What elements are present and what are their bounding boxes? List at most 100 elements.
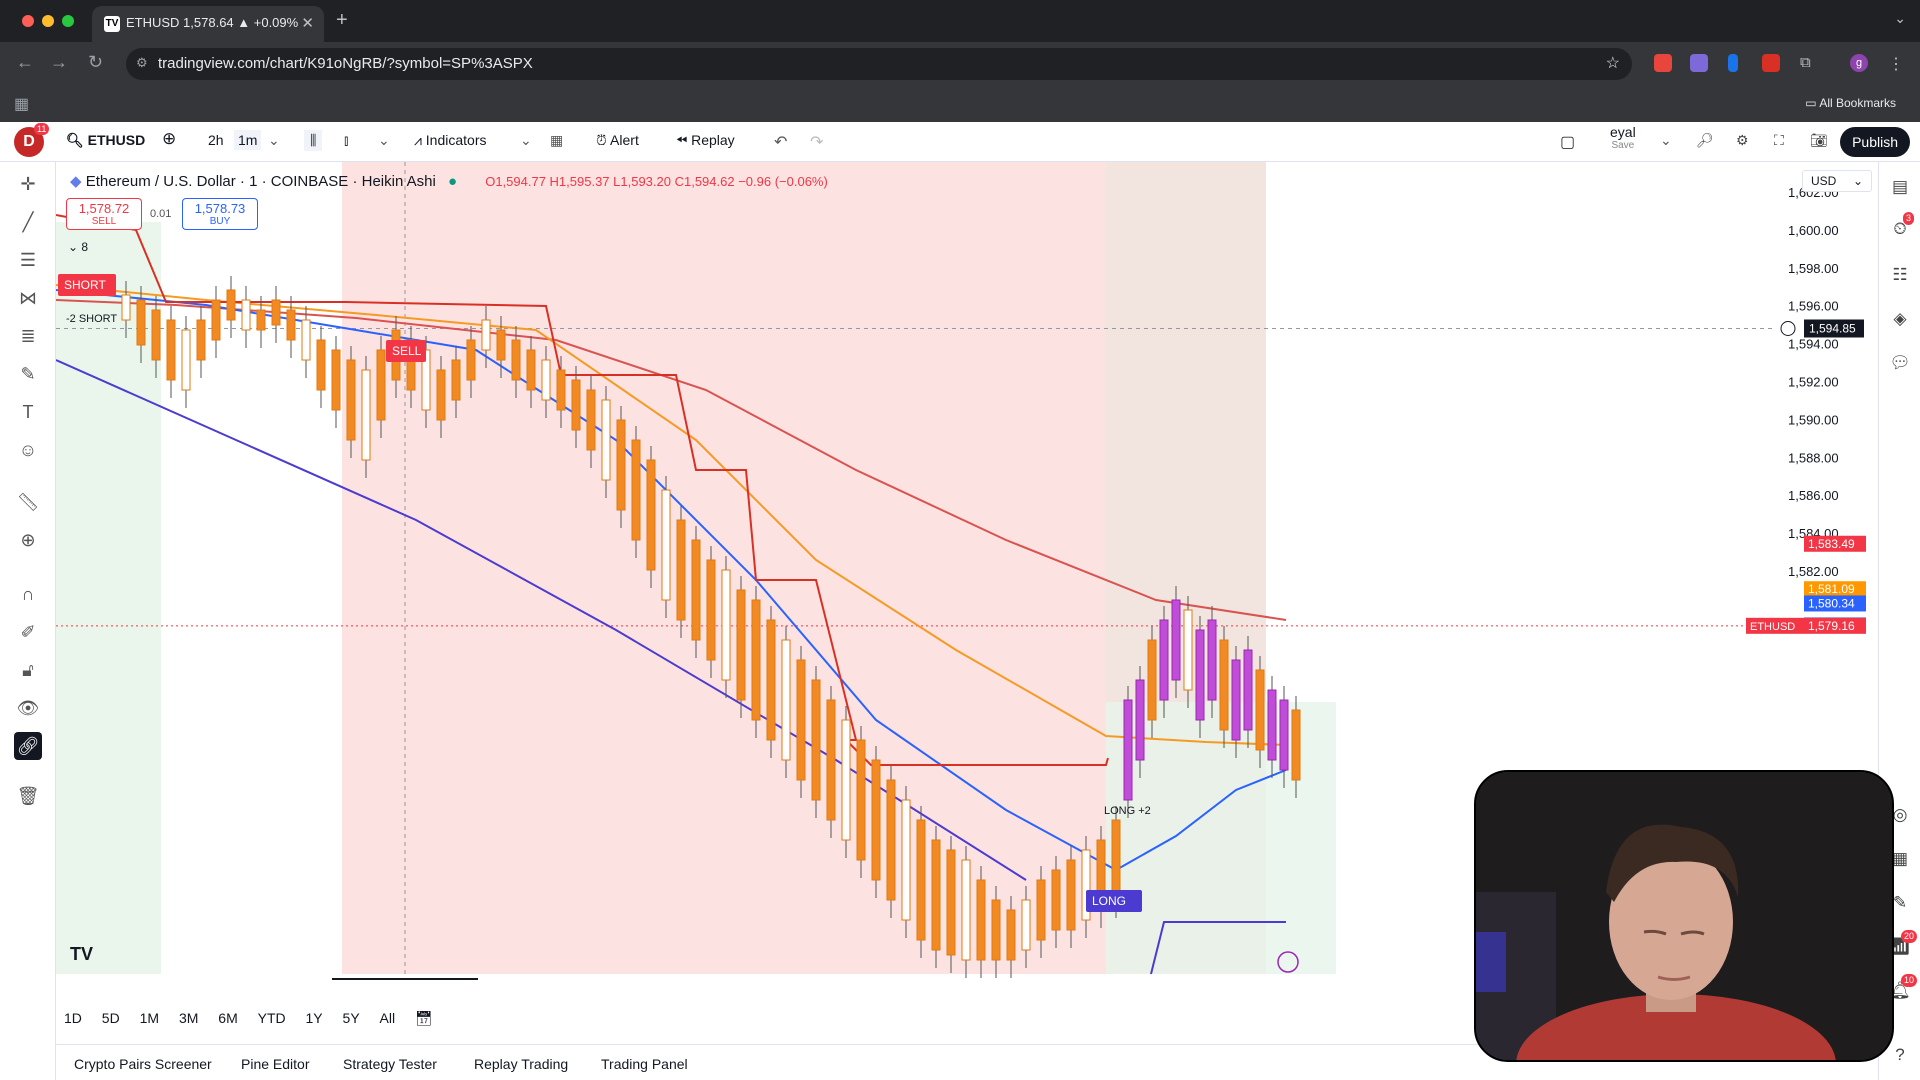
- candle-body: [256, 309, 266, 331]
- y-tick-label: 1,596.00: [1788, 299, 1839, 314]
- horizontal-lines-icon[interactable]: ☰: [14, 246, 42, 274]
- forward-icon[interactable]: →: [50, 52, 68, 73]
- fib-tool-icon[interactable]: ≣: [14, 322, 42, 350]
- eye-icon[interactable]: 👁︎: [14, 694, 42, 722]
- range-1Y[interactable]: 1Y: [306, 1010, 323, 1026]
- layers-icon[interactable]: ◈: [1887, 306, 1913, 332]
- chat-icon[interactable]: 💬︎: [1887, 350, 1913, 376]
- back-icon[interactable]: ←: [16, 52, 34, 73]
- candle-body: [931, 839, 941, 951]
- publish-button[interactable]: Publish: [1840, 127, 1910, 157]
- bookmark-star-icon[interactable]: ☆: [1606, 53, 1620, 73]
- range-YTD[interactable]: YTD: [258, 1010, 286, 1026]
- extension-icon[interactable]: [1654, 54, 1672, 72]
- range-1M[interactable]: 1M: [140, 1010, 159, 1026]
- alert-button[interactable]: ⏰︎ Alert: [596, 132, 639, 149]
- indicators-dropdown-icon[interactable]: ⌄: [520, 132, 532, 149]
- brush-icon[interactable]: ✎: [14, 360, 42, 388]
- layout-toggle-icon[interactable]: ▢: [1560, 132, 1575, 152]
- watchlist-icon[interactable]: ▤: [1887, 174, 1913, 200]
- chevron-down-icon: ⌄: [68, 240, 82, 254]
- pattern-tool-icon[interactable]: ⋈: [14, 284, 42, 312]
- tab-crypto-pairs-screener[interactable]: Crypto Pairs Screener: [74, 1056, 212, 1072]
- redo-icon[interactable]: ↷: [810, 132, 823, 152]
- alerts-clock-icon[interactable]: ⏲︎ 3: [1887, 212, 1915, 242]
- candle-body: [1159, 619, 1169, 701]
- range-All[interactable]: All: [380, 1010, 396, 1026]
- range-3M[interactable]: 3M: [179, 1010, 198, 1026]
- candle-body: [736, 589, 746, 701]
- tab-pine-editor[interactable]: Pine Editor: [241, 1056, 309, 1072]
- chart-type-dropdown-icon[interactable]: ⌄: [378, 132, 390, 149]
- reload-icon[interactable]: ↻: [88, 52, 103, 73]
- range-1D[interactable]: 1D: [64, 1010, 82, 1026]
- indicators-icon: ⩘: [414, 132, 426, 148]
- replay-button[interactable]: ⏪︎ Replay: [676, 132, 735, 149]
- crosshair-icon[interactable]: ✛: [14, 170, 42, 198]
- browser-tab[interactable]: TV ETHUSD 1,578.64 ▲ +0.09% ✕: [92, 6, 324, 42]
- candles-chart-type-icon[interactable]: ⫼: [304, 130, 323, 151]
- camera-snapshot-icon[interactable]: 📷︎: [1810, 132, 1828, 149]
- undo-icon[interactable]: ↶: [774, 132, 787, 152]
- extensions-puzzle-icon[interactable]: ⧉: [1800, 54, 1818, 72]
- magnet-icon[interactable]: ∩: [14, 580, 42, 608]
- zoom-in-icon[interactable]: ⊕: [14, 526, 42, 554]
- buy-button[interactable]: 1,578.73 BUY: [182, 198, 258, 230]
- browser-menu-icon[interactable]: ⋮: [1888, 54, 1906, 73]
- close-window-button[interactable]: [22, 15, 34, 27]
- help-icon[interactable]: ?: [1887, 1042, 1913, 1068]
- range-5D[interactable]: 5D: [102, 1010, 120, 1026]
- candle-body: [706, 559, 716, 661]
- indicators-button[interactable]: ⩘ Indicators: [414, 132, 487, 149]
- interval-2h-button[interactable]: 2h: [208, 132, 224, 148]
- emoji-icon[interactable]: ☺: [14, 436, 42, 464]
- link-icon[interactable]: 🔗︎: [14, 732, 42, 760]
- short-trade-label: SHORT: [64, 278, 106, 292]
- tab-search-icon[interactable]: ⌄: [1894, 10, 1906, 27]
- all-bookmarks-link[interactable]: ▭ All Bookmarks: [1805, 96, 1896, 110]
- profile-avatar[interactable]: g: [1850, 54, 1868, 72]
- tab-strategy-tester[interactable]: Strategy Tester: [343, 1056, 437, 1072]
- compare-symbol-icon[interactable]: ⊕: [162, 129, 176, 149]
- alert-label: Alert: [610, 132, 639, 148]
- candle-body: [1066, 859, 1076, 931]
- range-5Y[interactable]: 5Y: [343, 1010, 360, 1026]
- minimize-window-button[interactable]: [42, 15, 54, 27]
- indicators-collapse-toggle[interactable]: ⌄ 8: [68, 240, 88, 254]
- range-6M[interactable]: 6M: [218, 1010, 237, 1026]
- object-tree-icon[interactable]: ☷: [1887, 262, 1913, 288]
- close-tab-icon[interactable]: ✕: [301, 14, 314, 32]
- y-tick-label: 1,592.00: [1788, 375, 1839, 390]
- fullscreen-icon[interactable]: ⛶: [1774, 132, 1784, 149]
- ruler-icon[interactable]: 📏︎: [14, 488, 42, 516]
- sell-button[interactable]: 1,578.72 SELL: [66, 198, 142, 230]
- quick-search-icon[interactable]: 🔎︎: [1696, 132, 1714, 149]
- bar-chart-type-icon[interactable]: ⫾: [344, 132, 348, 149]
- currency-selector[interactable]: USD ⌄: [1802, 170, 1872, 192]
- extension-icon[interactable]: [1762, 54, 1780, 72]
- tab-replay-trading[interactable]: Replay Trading: [474, 1056, 568, 1072]
- settings-gear-icon[interactable]: ⚙: [1736, 132, 1749, 149]
- layout-dropdown-icon[interactable]: ⌄: [1660, 132, 1672, 149]
- maximize-window-button[interactable]: [62, 15, 74, 27]
- extension-icon[interactable]: [1728, 54, 1738, 72]
- candle-body: [1171, 599, 1181, 681]
- tab-trading-panel[interactable]: Trading Panel: [601, 1056, 688, 1072]
- extension-icon[interactable]: [1690, 54, 1708, 72]
- templates-grid-icon[interactable]: ▦: [550, 132, 563, 149]
- apps-grid-icon[interactable]: ▦: [14, 94, 29, 114]
- text-tool-icon[interactable]: T: [14, 398, 42, 426]
- lock-icon[interactable]: 🔓︎: [14, 656, 42, 684]
- interval-dropdown-icon[interactable]: ⌄: [268, 132, 280, 149]
- trash-icon[interactable]: 🗑︎: [14, 782, 42, 810]
- address-bar[interactable]: ⚙ tradingview.com/chart/K91oNgRB/?symbol…: [126, 48, 1632, 80]
- lock-drawing-pencil-icon[interactable]: ✐: [14, 618, 42, 646]
- site-info-icon[interactable]: ⚙: [136, 55, 148, 71]
- symbol-search-button[interactable]: 🔍︎ ETHUSD: [66, 132, 145, 149]
- trend-line-icon[interactable]: ╱: [14, 208, 42, 236]
- new-tab-icon[interactable]: +: [336, 9, 348, 32]
- go-to-date-calendar-icon[interactable]: 📅︎: [415, 1010, 433, 1026]
- interval-1m-button[interactable]: 1m: [234, 130, 262, 150]
- layout-name-button[interactable]: eyal Save: [1610, 125, 1636, 153]
- time-range-bar: 1D 5D 1M 3M 6M YTD 1Y 5Y All 📅︎: [56, 1010, 441, 1036]
